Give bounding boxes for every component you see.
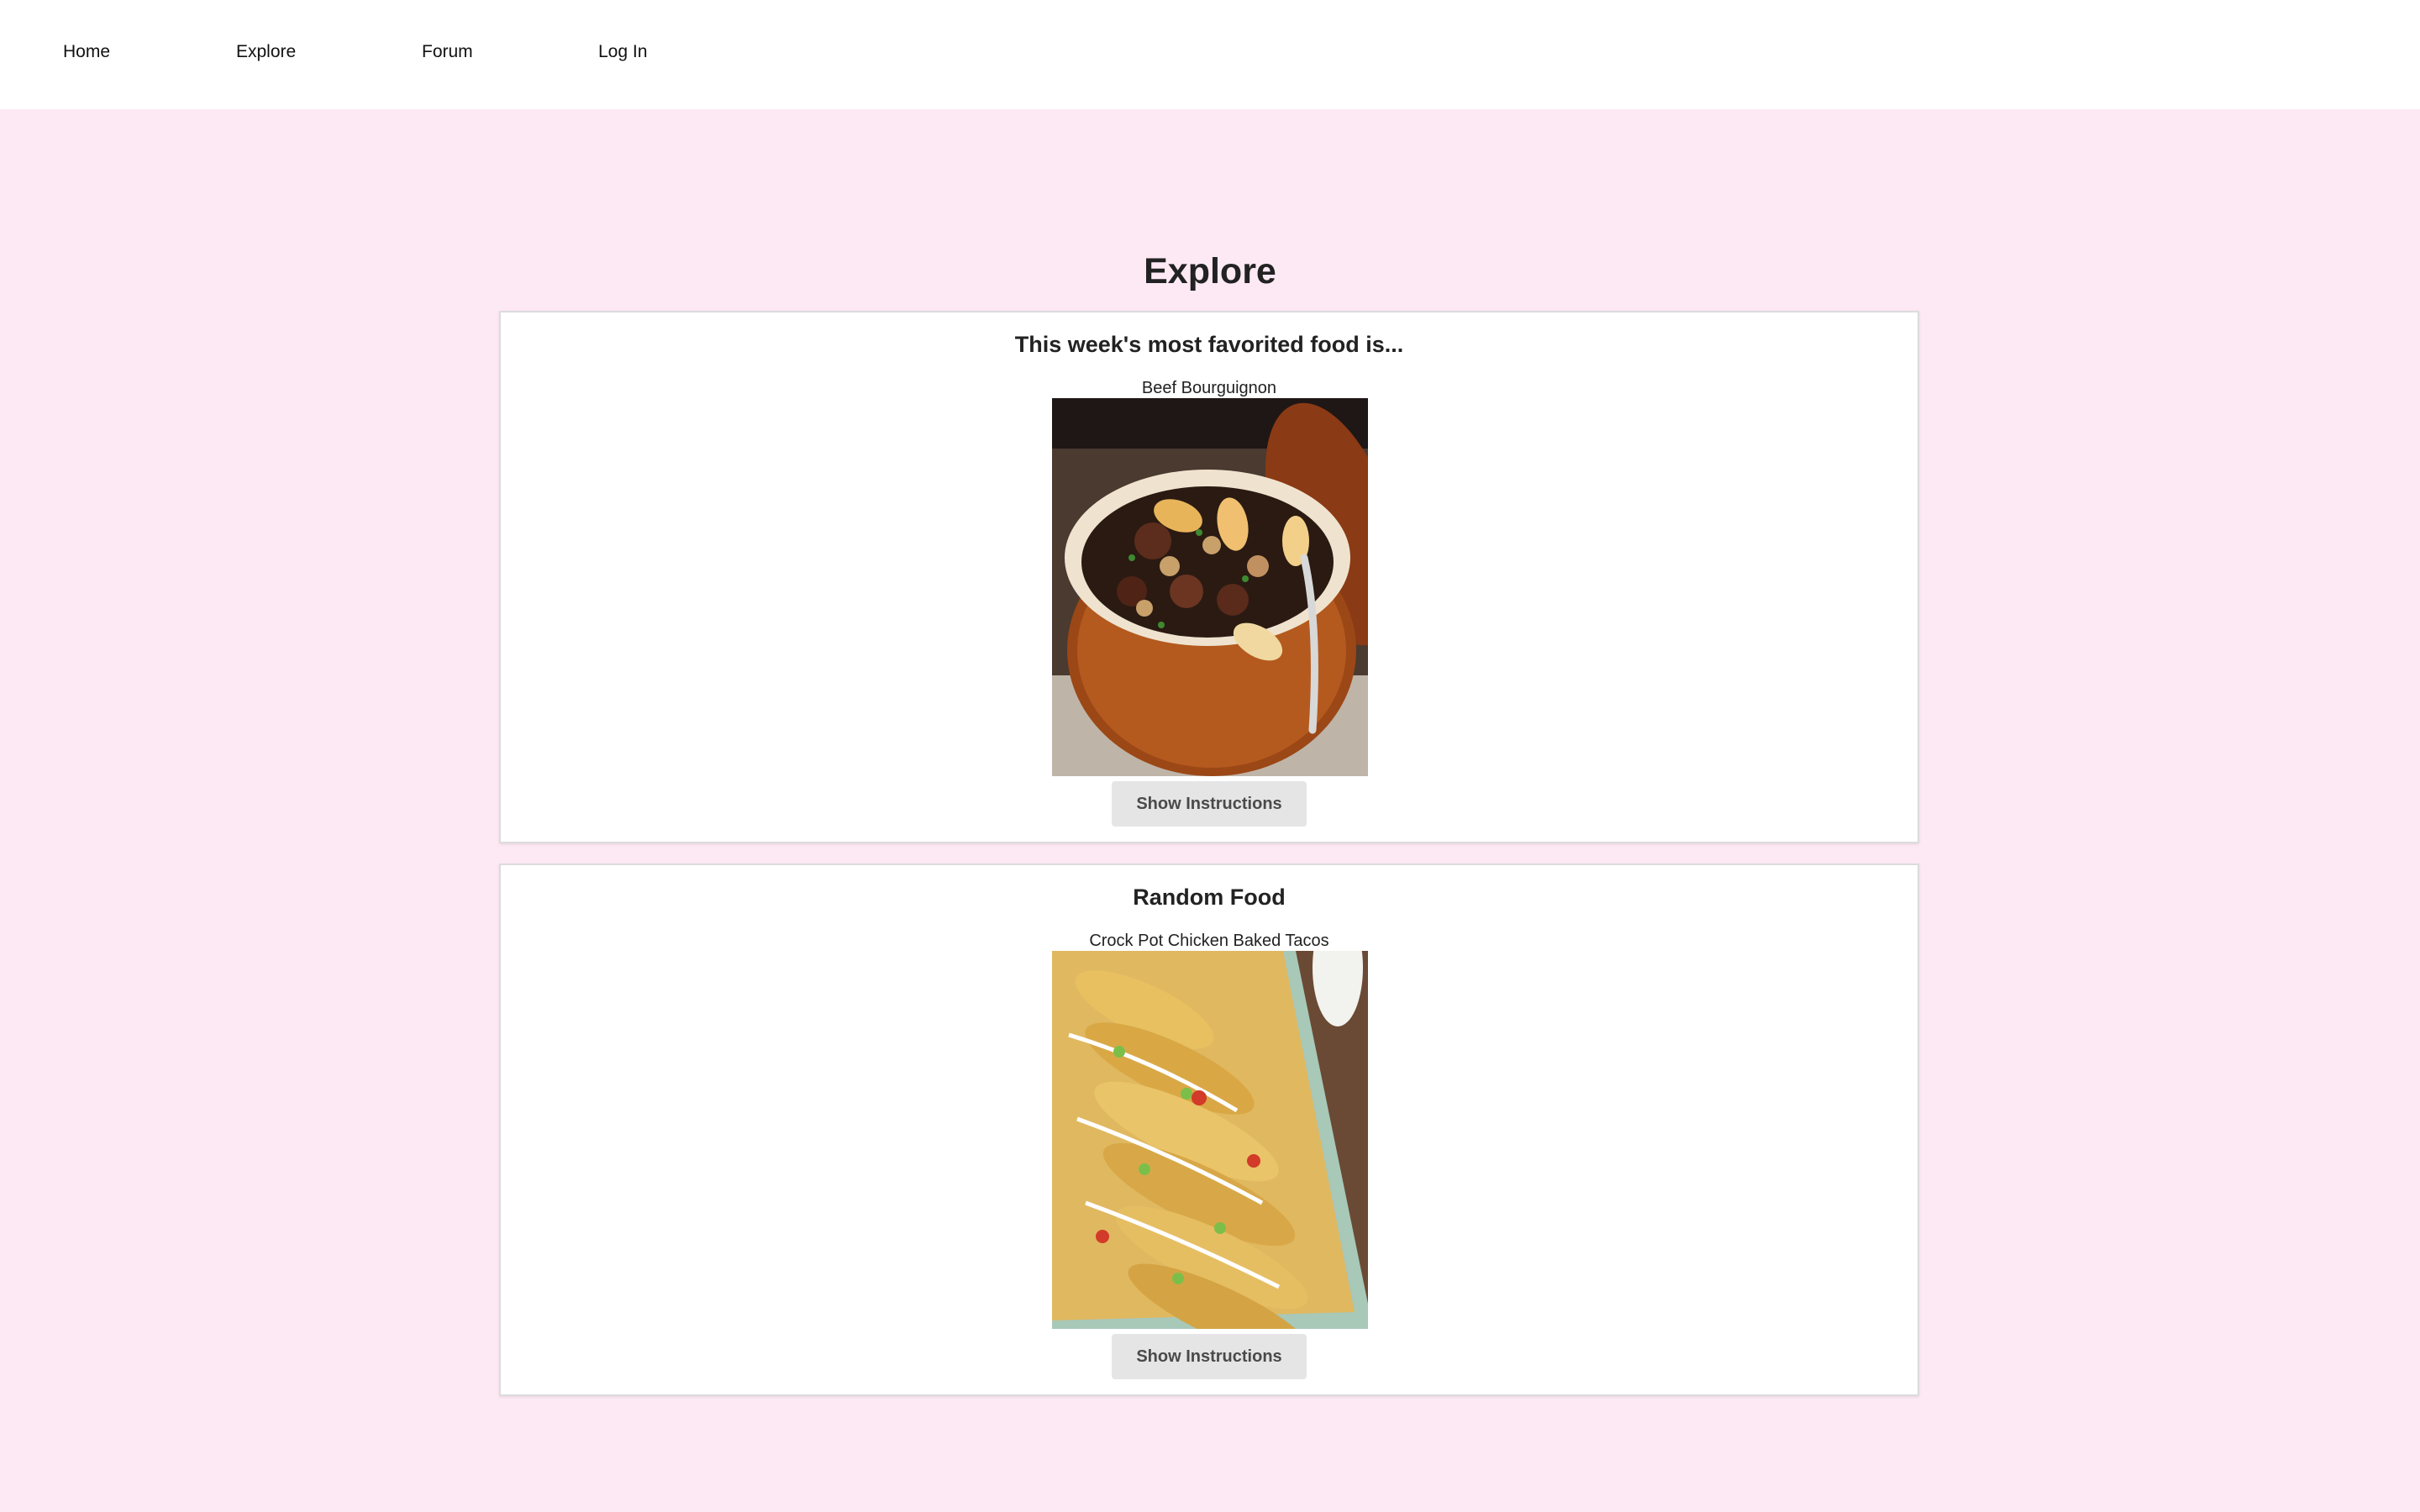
favorite-food-heading: This week's most favorited food is... xyxy=(1014,332,1404,357)
favorite-food-card: This week's most favorited food is... Be… xyxy=(499,311,1919,843)
nav-home-link[interactable]: Home xyxy=(63,40,110,64)
random-food-name: Crock Pot Chicken Baked Tacos xyxy=(1089,932,1329,950)
nav-forum-link[interactable]: Forum xyxy=(422,40,473,64)
nav-login-link[interactable]: Log In xyxy=(598,40,647,64)
random-food-card: Random Food Crock Pot Chicken Baked Taco… xyxy=(499,864,1919,1396)
random-food-heading: Random Food xyxy=(1133,885,1286,910)
favorite-show-instructions-button[interactable]: Show Instructions xyxy=(1112,781,1307,827)
favorite-food-image xyxy=(1052,398,1368,776)
favorite-food-name: Beef Bourguignon xyxy=(1141,379,1277,397)
top-navigation: Home Explore Forum Log In xyxy=(0,0,2420,109)
nav-explore-link[interactable]: Explore xyxy=(236,40,296,64)
random-show-instructions-button[interactable]: Show Instructions xyxy=(1112,1334,1307,1379)
random-food-image xyxy=(1052,951,1368,1329)
page-title: Explore xyxy=(1144,251,1276,291)
